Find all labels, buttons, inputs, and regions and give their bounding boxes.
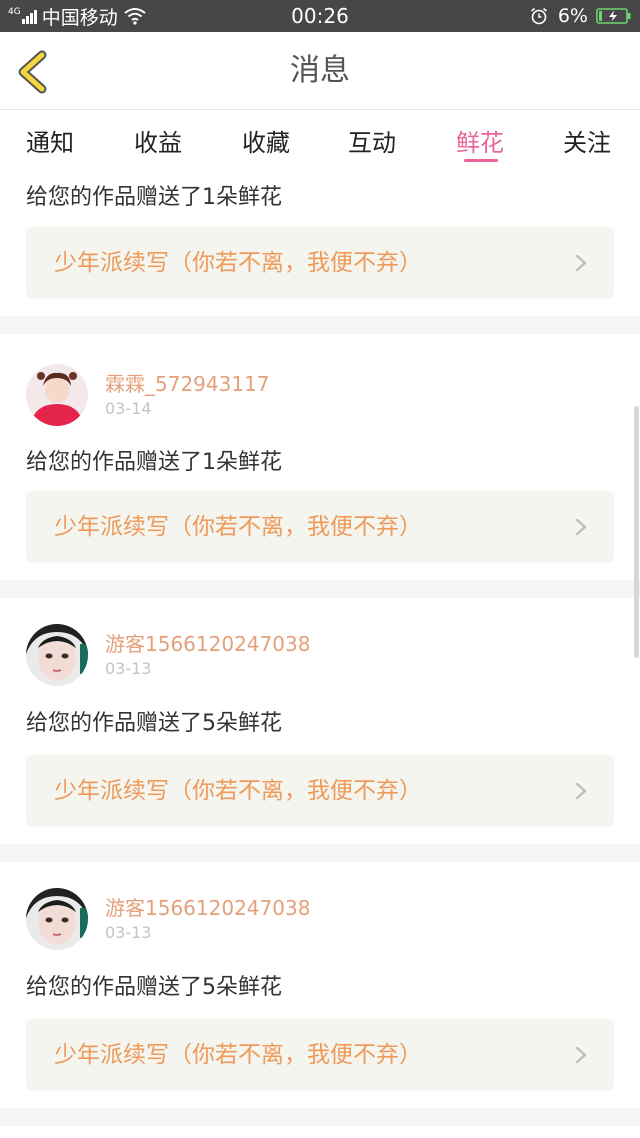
avatar[interactable] <box>26 888 88 950</box>
status-bar: 4G 中国移动 00:26 6% <box>0 0 640 32</box>
chevron-right-icon <box>575 1046 587 1064</box>
list-separator <box>0 844 640 862</box>
work-link[interactable]: 少年派续写（你若不离，我便不弃） <box>26 491 614 563</box>
avatar[interactable] <box>26 364 88 426</box>
list-separator <box>0 1108 640 1126</box>
battery-charging-icon <box>596 8 631 24</box>
work-title: 少年派续写（你若不离，我便不弃） <box>54 250 422 276</box>
message-text: 给您的作品赠送了1朵鲜花 <box>26 450 282 475</box>
work-link[interactable]: 少年派续写（你若不离，我便不弃） <box>26 227 614 299</box>
active-tab-indicator <box>464 159 498 162</box>
nav-header: 消息 <box>0 32 640 110</box>
scrollbar[interactable] <box>634 406 639 658</box>
tab-earnings[interactable]: 收益 <box>134 123 182 158</box>
work-title: 少年派续写（你若不离，我便不弃） <box>54 778 422 804</box>
tab-follows[interactable]: 关注 <box>563 123 611 158</box>
chevron-right-icon <box>575 782 587 800</box>
work-link[interactable]: 少年派续写（你若不离，我便不弃） <box>26 1019 614 1091</box>
work-title: 少年派续写（你若不离，我便不弃） <box>54 1042 422 1068</box>
message-date: 03-13 <box>105 659 152 678</box>
list-item: 霖霖_572943117 03-14 给您的作品赠送了1朵鲜花 少年派续写（你若… <box>0 334 640 580</box>
alarm-clock-icon <box>530 7 547 25</box>
message-date: 03-14 <box>105 399 152 418</box>
page-title: 消息 <box>290 53 350 88</box>
list-separator <box>0 316 640 334</box>
tab-bar: 通知 收益 收藏 互动 鲜花 关注 <box>0 111 640 169</box>
tab-flowers[interactable]: 鲜花 <box>456 123 504 158</box>
username[interactable]: 游客1566120247038 <box>105 628 310 657</box>
message-text: 给您的作品赠送了1朵鲜花 <box>26 185 282 210</box>
chevron-right-icon <box>575 254 587 272</box>
back-button[interactable] <box>12 50 54 94</box>
tab-interactions[interactable]: 互动 <box>348 123 396 158</box>
message-list: 给您的作品赠送了1朵鲜花 少年派续写（你若不离，我便不弃） 霖霖_5729431… <box>0 169 640 1138</box>
work-link[interactable]: 少年派续写（你若不离，我便不弃） <box>26 755 614 827</box>
status-right: 6% <box>530 0 632 32</box>
list-separator <box>0 580 640 598</box>
username[interactable]: 游客1566120247038 <box>105 892 310 921</box>
username[interactable]: 霖霖_572943117 <box>105 368 270 397</box>
list-item: 游客1566120247038 03-13 给您的作品赠送了5朵鲜花 少年派续写… <box>0 598 640 844</box>
chevron-right-icon <box>575 518 587 536</box>
avatar[interactable] <box>26 624 88 686</box>
message-text: 给您的作品赠送了5朵鲜花 <box>26 711 282 736</box>
list-item: 游客1566120247038 03-13 给您的作品赠送了5朵鲜花 少年派续写… <box>0 862 640 1108</box>
message-text: 给您的作品赠送了5朵鲜花 <box>26 975 282 1000</box>
work-title: 少年派续写（你若不离，我便不弃） <box>54 514 422 540</box>
message-date: 03-13 <box>105 923 152 942</box>
tab-favorites[interactable]: 收藏 <box>242 123 290 158</box>
battery-percent: 6% <box>557 5 588 27</box>
tab-notifications[interactable]: 通知 <box>26 123 74 158</box>
list-item: 给您的作品赠送了1朵鲜花 少年派续写（你若不离，我便不弃） <box>0 169 640 316</box>
chevron-left-icon <box>18 50 47 94</box>
